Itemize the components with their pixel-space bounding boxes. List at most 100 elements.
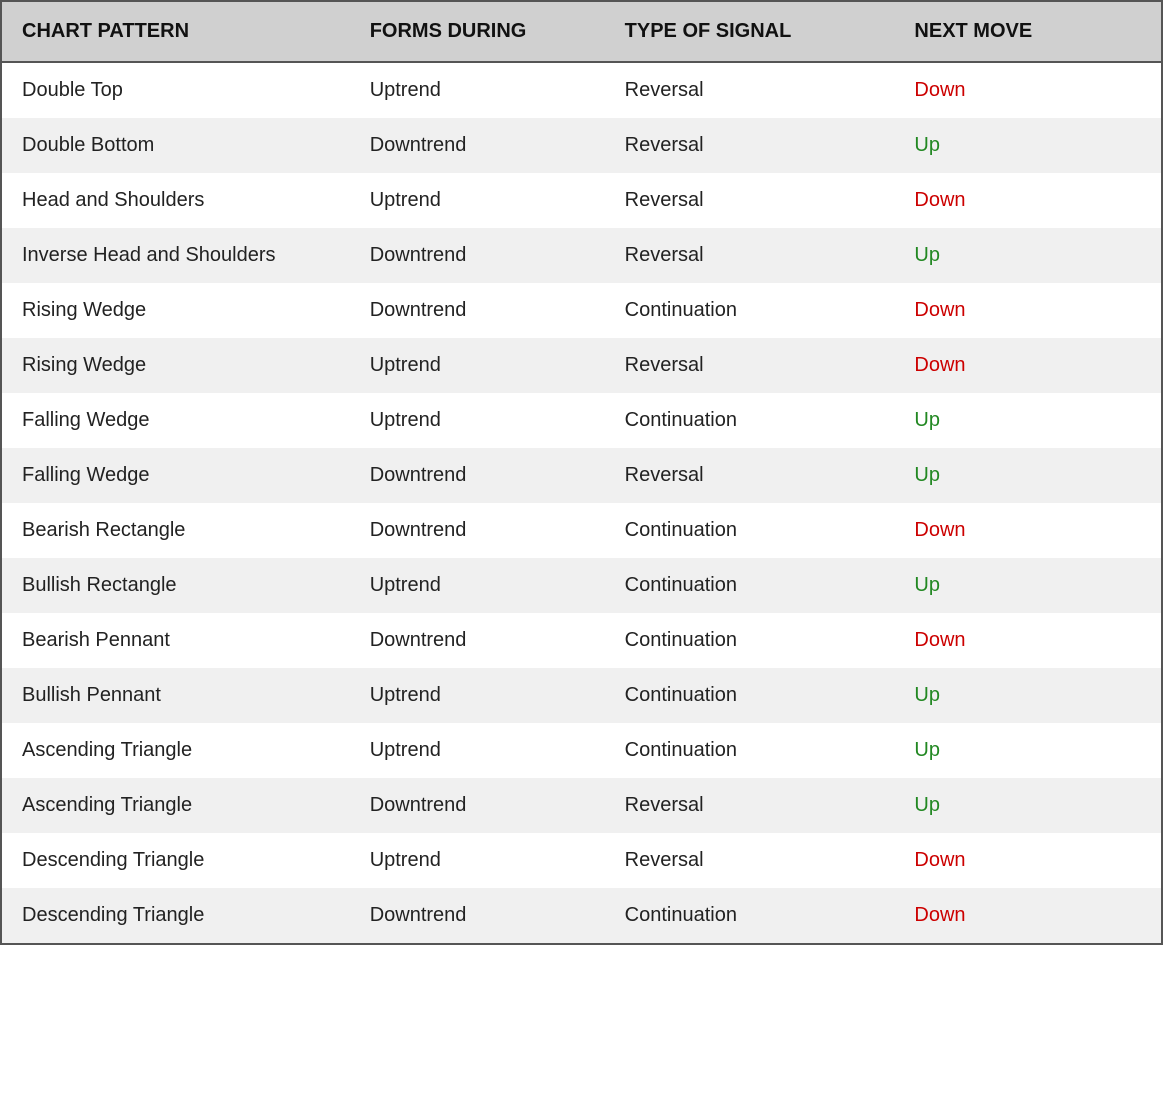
- table-row: Ascending TriangleUptrendContinuation Up: [2, 723, 1161, 778]
- cell-forms-during: Uptrend: [350, 668, 605, 723]
- cell-type-of-signal: Reversal: [605, 173, 895, 228]
- table-row: Rising WedgeUptrendReversal Down: [2, 338, 1161, 393]
- table-row: Falling WedgeUptrendContinuation Up: [2, 393, 1161, 448]
- cell-next-move: Up: [894, 228, 1161, 283]
- table-row: Descending TriangleDowntrendContinuation…: [2, 888, 1161, 943]
- cell-type-of-signal: Continuation: [605, 393, 895, 448]
- cell-forms-during: Downtrend: [350, 118, 605, 173]
- cell-pattern: Double Bottom: [2, 118, 350, 173]
- table-row: Bearish RectangleDowntrendContinuation Do…: [2, 503, 1161, 558]
- cell-forms-during: Downtrend: [350, 503, 605, 558]
- table-row: Falling WedgeDowntrendReversalUp: [2, 448, 1161, 503]
- cell-next-move: Down: [894, 338, 1161, 393]
- next-move-value: Down: [914, 79, 965, 101]
- cell-forms-during: Uptrend: [350, 173, 605, 228]
- cell-pattern: Head and Shoulders: [2, 173, 350, 228]
- cell-forms-during: Uptrend: [350, 723, 605, 778]
- cell-type-of-signal: Reversal: [605, 338, 895, 393]
- cell-type-of-signal: Continuation: [605, 503, 895, 558]
- table-row: Double BottomDowntrendReversal Up: [2, 118, 1161, 173]
- cell-pattern: Descending Triangle: [2, 833, 350, 888]
- cell-next-move: Up: [894, 778, 1161, 833]
- next-move-value: Up: [914, 684, 940, 706]
- next-move-value: Up: [914, 739, 940, 761]
- cell-type-of-signal: Reversal: [605, 228, 895, 283]
- cell-pattern: Rising Wedge: [2, 338, 350, 393]
- next-move-value: Down: [914, 849, 965, 871]
- cell-forms-during: Downtrend: [350, 778, 605, 833]
- cell-pattern: Double Top: [2, 62, 350, 118]
- cell-next-move: Up: [894, 668, 1161, 723]
- cell-next-move: Up: [894, 393, 1161, 448]
- next-move-value: Up: [914, 794, 940, 816]
- table-row: Descending TriangleUptrendReversal Down: [2, 833, 1161, 888]
- cell-pattern: Falling Wedge: [2, 393, 350, 448]
- cell-pattern: Bearish Pennant: [2, 613, 350, 668]
- cell-forms-during: Downtrend: [350, 283, 605, 338]
- table-row: Bearish PennantDowntrendContinuation Down: [2, 613, 1161, 668]
- table-row: Ascending TriangleDowntrendReversal Up: [2, 778, 1161, 833]
- cell-next-move: Down: [894, 283, 1161, 338]
- next-move-value: Down: [914, 519, 965, 541]
- cell-forms-during: Downtrend: [350, 448, 605, 503]
- next-move-value: Down: [914, 904, 965, 926]
- table-row: Bullish PennantUptrendContinuation Up: [2, 668, 1161, 723]
- cell-forms-during: Downtrend: [350, 888, 605, 943]
- cell-type-of-signal: Reversal: [605, 62, 895, 118]
- cell-type-of-signal: Continuation: [605, 668, 895, 723]
- cell-forms-during: Uptrend: [350, 393, 605, 448]
- cell-pattern: Descending Triangle: [2, 888, 350, 943]
- next-move-value: Up: [914, 244, 940, 266]
- chart-patterns-table: CHART PATTERN FORMS DURING TYPE OF SIGNA…: [2, 2, 1161, 943]
- cell-next-move: Down: [894, 62, 1161, 118]
- next-move-value: Down: [914, 354, 965, 376]
- next-move-value: Down: [914, 299, 965, 321]
- cell-next-move: Down: [894, 173, 1161, 228]
- main-table-container: CHART PATTERN FORMS DURING TYPE OF SIGNA…: [0, 0, 1163, 945]
- cell-pattern: Bearish Rectangle: [2, 503, 350, 558]
- cell-forms-during: Downtrend: [350, 228, 605, 283]
- next-move-value: Up: [914, 134, 940, 156]
- next-move-value: Up: [914, 409, 940, 431]
- cell-pattern: Ascending Triangle: [2, 778, 350, 833]
- header-next-move: NEXT MOVE: [894, 2, 1161, 62]
- cell-type-of-signal: Continuation: [605, 613, 895, 668]
- cell-forms-during: Downtrend: [350, 613, 605, 668]
- table-row: Double TopUptrendReversal Down: [2, 62, 1161, 118]
- cell-forms-during: Uptrend: [350, 338, 605, 393]
- table-row: Head and ShouldersUptrendReversal Down: [2, 173, 1161, 228]
- next-move-value: Up: [914, 574, 940, 596]
- cell-pattern: Bullish Pennant: [2, 668, 350, 723]
- table-row: Inverse Head and ShouldersDowntrendRever…: [2, 228, 1161, 283]
- table-row: Bullish RectangleUptrendContinuationUp: [2, 558, 1161, 613]
- cell-type-of-signal: Continuation: [605, 888, 895, 943]
- cell-pattern: Bullish Rectangle: [2, 558, 350, 613]
- cell-type-of-signal: Continuation: [605, 723, 895, 778]
- cell-type-of-signal: Continuation: [605, 283, 895, 338]
- next-move-value: Down: [914, 189, 965, 211]
- cell-next-move: Down: [894, 888, 1161, 943]
- cell-next-move: Down: [894, 503, 1161, 558]
- cell-type-of-signal: Reversal: [605, 833, 895, 888]
- cell-next-move: Up: [894, 723, 1161, 778]
- table-row: Rising WedgeDowntrendContinuation Down: [2, 283, 1161, 338]
- header-forms-during: FORMS DURING: [350, 2, 605, 62]
- next-move-value: Down: [914, 629, 965, 651]
- cell-next-move: Up: [894, 118, 1161, 173]
- cell-next-move: Down: [894, 833, 1161, 888]
- cell-type-of-signal: Reversal: [605, 118, 895, 173]
- table-header-row: CHART PATTERN FORMS DURING TYPE OF SIGNA…: [2, 2, 1161, 62]
- cell-type-of-signal: Reversal: [605, 778, 895, 833]
- cell-forms-during: Uptrend: [350, 62, 605, 118]
- cell-type-of-signal: Reversal: [605, 448, 895, 503]
- table-body: Double TopUptrendReversalDownDouble Bott…: [2, 62, 1161, 943]
- cell-pattern: Rising Wedge: [2, 283, 350, 338]
- cell-pattern: Ascending Triangle: [2, 723, 350, 778]
- cell-type-of-signal: Continuation: [605, 558, 895, 613]
- header-type-of-signal: TYPE OF SIGNAL: [605, 2, 895, 62]
- next-move-value: Up: [914, 464, 940, 486]
- cell-next-move: Down: [894, 613, 1161, 668]
- cell-forms-during: Uptrend: [350, 833, 605, 888]
- cell-next-move: Up: [894, 558, 1161, 613]
- cell-next-move: Up: [894, 448, 1161, 503]
